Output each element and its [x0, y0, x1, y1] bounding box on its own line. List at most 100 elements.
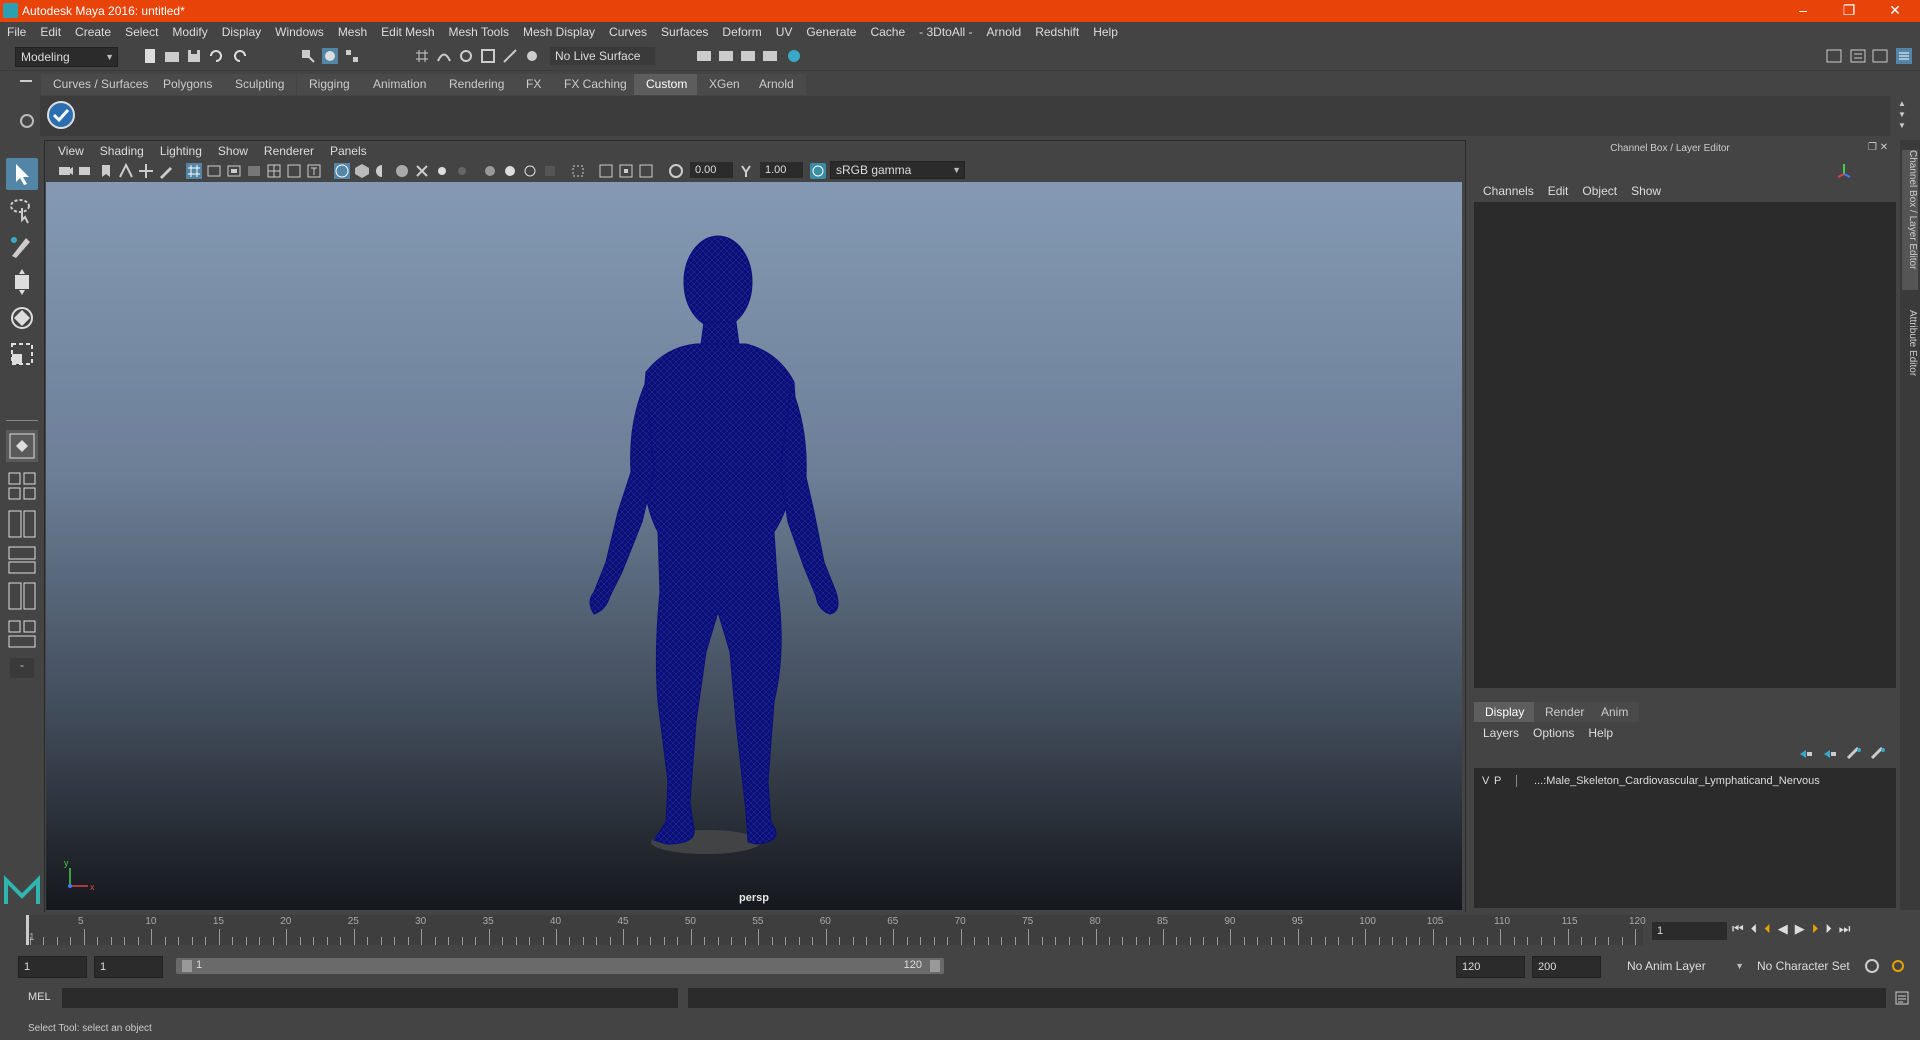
- exposure-field[interactable]: 0.00: [690, 162, 733, 178]
- animation-start-field[interactable]: 1: [18, 956, 87, 978]
- cb-menu-channels[interactable]: Channels: [1476, 184, 1541, 198]
- color-space-dropdown[interactable]: sRGB gamma ▼: [830, 161, 965, 179]
- lasso-tool-icon[interactable]: [6, 194, 38, 226]
- cb-menu-show[interactable]: Show: [1624, 184, 1668, 198]
- paint-select-tool-icon[interactable]: [6, 230, 38, 262]
- frame-selected-icon[interactable]: [618, 163, 634, 179]
- cb-menu-edit[interactable]: Edit: [1541, 184, 1576, 198]
- layer-row[interactable]: V P ...:Male_Skeleton_Cardiovascular_Lym…: [1476, 772, 1894, 790]
- snap-point-icon[interactable]: [458, 48, 474, 64]
- select-tool-icon[interactable]: [6, 158, 38, 190]
- menu-uv[interactable]: UV: [769, 22, 800, 43]
- select-by-component-icon[interactable]: [344, 48, 360, 64]
- layer-visibility-toggle[interactable]: V: [1482, 772, 1489, 790]
- grid-toggle-icon[interactable]: [186, 163, 202, 179]
- current-frame-field[interactable]: 1: [1652, 922, 1727, 940]
- tool-settings-toggle-icon[interactable]: [1872, 48, 1888, 64]
- redo-icon[interactable]: [232, 48, 248, 64]
- 3d-viewport[interactable]: y x persp: [46, 182, 1462, 910]
- graph-editor-layout-icon[interactable]: [6, 580, 38, 612]
- textured-icon[interactable]: [394, 163, 410, 179]
- camera-rotate-icon[interactable]: [638, 163, 654, 179]
- shelf-settings-icon[interactable]: [20, 114, 34, 128]
- menu-curves[interactable]: Curves: [602, 22, 654, 43]
- side-tab-channel-box[interactable]: Channel Box / Layer Editor: [1902, 150, 1918, 290]
- animation-end-field[interactable]: 200: [1532, 956, 1601, 978]
- hypershade-layout-icon[interactable]: [6, 618, 38, 650]
- menu-mesh[interactable]: Mesh: [331, 22, 374, 43]
- viewport-menu-renderer[interactable]: Renderer: [256, 144, 322, 158]
- film-gate-icon[interactable]: [206, 163, 222, 179]
- command-input[interactable]: [62, 988, 678, 1008]
- open-scene-icon[interactable]: [164, 48, 180, 64]
- step-forward-frame-icon[interactable]: ⏵: [1825, 921, 1839, 936]
- 2d-pan-zoom-icon[interactable]: [138, 163, 154, 179]
- range-start-handle[interactable]: [182, 960, 192, 972]
- command-language-label[interactable]: MEL: [28, 991, 51, 1003]
- tab-sculpting[interactable]: Sculpting: [223, 74, 297, 95]
- xray-icon[interactable]: [414, 163, 430, 179]
- gate-mask-icon[interactable]: [246, 163, 262, 179]
- snap-grid-icon[interactable]: [414, 48, 430, 64]
- isolate-select-icon[interactable]: [570, 163, 586, 179]
- layer-playback-toggle[interactable]: P: [1494, 772, 1501, 790]
- viewport-menu-lighting[interactable]: Lighting: [152, 144, 210, 158]
- tab-display-layers[interactable]: Display: [1474, 702, 1536, 722]
- range-slider[interactable]: 1 120: [176, 958, 944, 974]
- play-forwards-icon[interactable]: ▶: [1795, 921, 1812, 936]
- panel-float-close-icons[interactable]: ❐ ✕: [1868, 142, 1888, 153]
- screen-space-ao-icon[interactable]: [482, 163, 498, 179]
- maximize-button[interactable]: ❐: [1826, 0, 1872, 22]
- resolution-gate-icon[interactable]: [226, 163, 242, 179]
- render-settings-icon[interactable]: [762, 48, 778, 64]
- step-back-key-icon[interactable]: ⏴: [1764, 921, 1778, 936]
- le-menu-layers[interactable]: Layers: [1476, 726, 1526, 740]
- tab-fx-caching[interactable]: FX Caching: [552, 74, 639, 95]
- close-button[interactable]: ✕: [1872, 0, 1918, 22]
- tab-arnold[interactable]: Arnold: [747, 74, 806, 95]
- menu-display[interactable]: Display: [215, 22, 268, 43]
- menu-surfaces[interactable]: Surfaces: [654, 22, 715, 43]
- viewport-menu-panels[interactable]: Panels: [322, 144, 375, 158]
- menu-redshift[interactable]: Redshift: [1028, 22, 1086, 43]
- quad-view-layout-icon[interactable]: [6, 430, 38, 462]
- menu-deform[interactable]: Deform: [715, 22, 768, 43]
- select-by-hierarchy-icon[interactable]: [300, 48, 316, 64]
- gamma-icon[interactable]: [738, 163, 754, 179]
- move-layer-down-icon[interactable]: [1822, 746, 1838, 762]
- tab-render-layers[interactable]: Render: [1534, 702, 1596, 722]
- live-surface-field[interactable]: No Live Surface: [550, 47, 655, 65]
- hypershade-icon[interactable]: [786, 48, 802, 64]
- viewport-menu-show[interactable]: Show: [210, 144, 256, 158]
- render-current-frame-icon[interactable]: [718, 48, 734, 64]
- menu-mesh-display[interactable]: Mesh Display: [516, 22, 602, 43]
- tab-xgen[interactable]: XGen: [697, 74, 752, 95]
- minimize-button[interactable]: –: [1780, 0, 1826, 22]
- use-all-lights-icon[interactable]: [434, 163, 450, 179]
- layout-more-button[interactable]: -: [10, 658, 34, 678]
- range-end-handle[interactable]: [930, 960, 940, 972]
- menu-help[interactable]: Help: [1086, 22, 1125, 43]
- menu-file[interactable]: File: [0, 22, 33, 43]
- depth-of-field-icon[interactable]: [542, 163, 558, 179]
- go-to-start-icon[interactable]: ⏮: [1732, 921, 1751, 936]
- select-by-object-icon[interactable]: [322, 48, 338, 64]
- menu-windows[interactable]: Windows: [268, 22, 331, 43]
- menu-3dtoall[interactable]: - 3DtoAll -: [912, 22, 979, 43]
- new-layer-from-selection-icon[interactable]: [1870, 746, 1886, 762]
- script-editor-icon[interactable]: [1894, 990, 1910, 1006]
- snap-view-plane-icon[interactable]: [480, 48, 496, 64]
- outliner-persp-layout-icon[interactable]: [6, 544, 38, 576]
- image-plane-icon[interactable]: [118, 163, 134, 179]
- render-view-icon[interactable]: [696, 48, 712, 64]
- ipr-render-icon[interactable]: [740, 48, 756, 64]
- viewport-menu-view[interactable]: View: [50, 144, 92, 158]
- tab-polygons[interactable]: Polygons: [151, 74, 225, 95]
- new-empty-layer-icon[interactable]: [1846, 746, 1862, 762]
- menu-edit-mesh[interactable]: Edit Mesh: [374, 22, 441, 43]
- two-panel-layout-icon[interactable]: [6, 508, 38, 540]
- custom-shelf-check-icon[interactable]: [46, 100, 76, 130]
- safe-title-icon[interactable]: [306, 163, 322, 179]
- shelf-scroll-arrows[interactable]: ▲ ▼ ▼: [1898, 98, 1910, 132]
- move-layer-up-icon[interactable]: [1798, 746, 1814, 762]
